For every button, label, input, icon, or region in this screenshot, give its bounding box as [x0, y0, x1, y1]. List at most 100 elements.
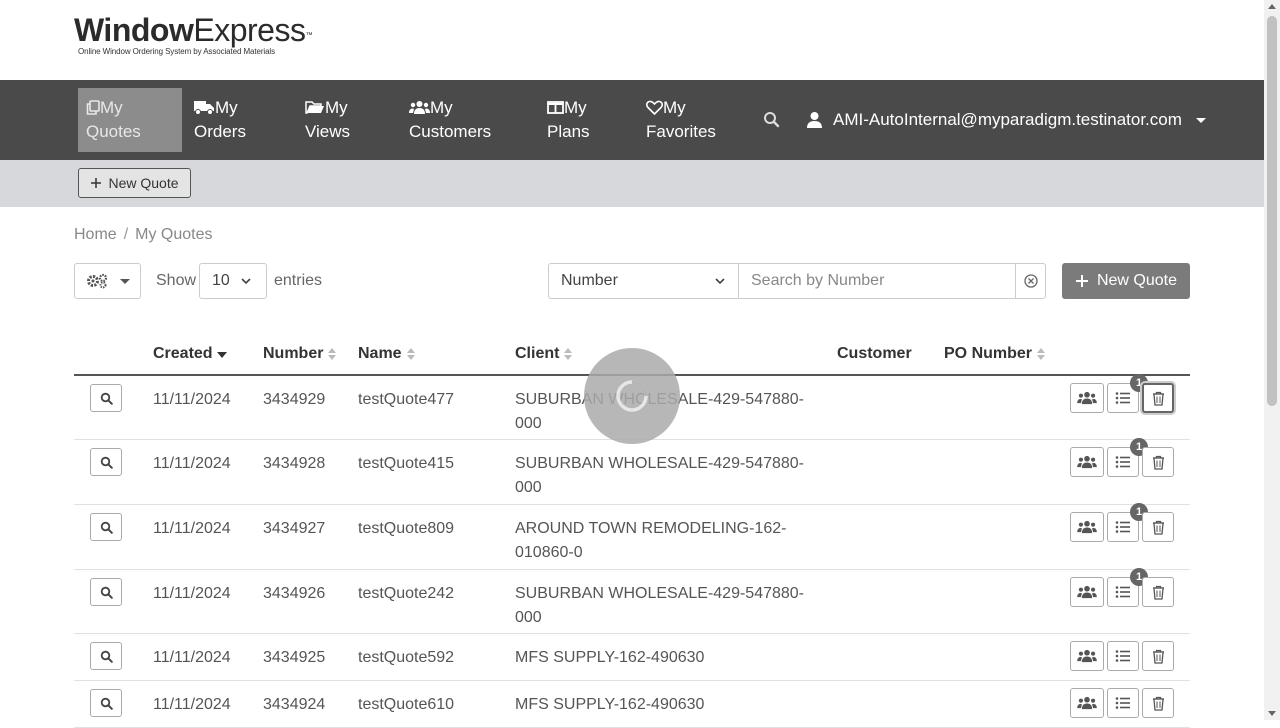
column-header-client[interactable]: Client — [515, 345, 573, 363]
cell-number: 3434926 — [263, 585, 326, 602]
cell-client: SUBURBAN WHOLESALE-429-547880- 000 — [515, 452, 804, 500]
cell-created: 11/11/2024 — [153, 649, 231, 666]
delete-quote-button[interactable] — [1142, 383, 1174, 413]
table-row: 11/11/2024 3434925 testQuote592 MFS SUPPLY-… — [74, 634, 1190, 681]
assign-customer-button[interactable] — [1070, 688, 1104, 718]
nav-item-my-customers[interactable]: My Customers — [401, 88, 501, 152]
new-quote-button-secondary[interactable]: New Quote — [78, 168, 191, 198]
assign-customer-button[interactable] — [1070, 641, 1104, 671]
nav-item-label: Orders — [194, 122, 246, 141]
entries-per-page-select[interactable]: 10 — [199, 263, 267, 299]
nav-item-label: Views — [305, 122, 351, 141]
logo-word: WindowExpress™ — [74, 13, 312, 47]
delete-quote-button[interactable] — [1142, 447, 1174, 477]
clear-search-button[interactable] — [1015, 263, 1046, 299]
column-header-customer: Customer — [837, 345, 912, 363]
delete-quote-button[interactable] — [1142, 688, 1174, 718]
copy-icon — [86, 100, 100, 115]
delete-quote-button[interactable] — [1142, 577, 1174, 607]
table-row: 11/11/2024 3434927 testQuote809 AROUND TOWN… — [74, 503, 1190, 570]
breadcrumb-home[interactable]: Home — [74, 226, 117, 243]
nav-item-my-orders[interactable]: My Orders — [186, 88, 286, 152]
cell-client: MFS SUPPLY-162-490630 — [515, 646, 704, 670]
cell-client-line: AROUND TOWN REMODELING-162- — [515, 520, 787, 537]
nav-item-my-quotes[interactable]: My Quotes — [78, 88, 182, 152]
column-header-number[interactable]: Number — [263, 345, 337, 363]
nav-item-my-favorites[interactable]: My Favorites — [638, 88, 748, 152]
scrollbar-thumb[interactable] — [1267, 16, 1277, 406]
table-row: 11/11/2024 3434928 testQuote415 SUBURBAN WH… — [74, 438, 1190, 505]
windowexpress-logo[interactable]: WindowExpress™ Online Window Ordering Sy… — [74, 13, 312, 56]
view-quote-button[interactable] — [90, 448, 122, 476]
column-header-label: Name — [358, 345, 402, 362]
cell-name: testQuote242 — [358, 585, 455, 602]
cell-number: 3434929 — [263, 391, 326, 408]
plus-icon — [91, 178, 102, 188]
nav-item-my-views[interactable]: My Views — [297, 88, 397, 152]
nav-item-my-plans[interactable]: My Plans — [539, 88, 639, 152]
search-field-value: Number — [561, 272, 618, 289]
line-items-button[interactable] — [1107, 641, 1139, 671]
cell-client: MFS SUPPLY-162-490630 — [515, 693, 704, 717]
cell-created: 11/11/2024 — [153, 696, 231, 713]
assign-customer-button[interactable] — [1070, 447, 1104, 477]
cell-client: SUBURBAN WHOLESALE-429-547880- 000 — [515, 582, 804, 630]
page-scrollbar[interactable] — [1264, 0, 1280, 720]
cell-name: testQuote610 — [358, 696, 455, 713]
breadcrumb: Home / My Quotes — [74, 226, 213, 244]
nav-item-label: My — [325, 98, 348, 117]
logo-tm: ™ — [305, 32, 312, 39]
column-header-label: Number — [263, 345, 324, 362]
entries-value: 10 — [212, 272, 230, 289]
view-quote-button[interactable] — [90, 513, 122, 541]
search-field-select[interactable]: Number — [548, 263, 739, 299]
nav-item-label: My — [215, 98, 238, 117]
cell-client-line: MFS SUPPLY-162-490630 — [515, 649, 705, 666]
view-quote-button[interactable] — [90, 689, 122, 717]
new-quote-button[interactable]: New Quote — [1062, 263, 1190, 299]
heart-icon — [646, 100, 663, 116]
scroll-down-arrow-icon[interactable] — [1268, 711, 1276, 716]
assign-customer-button[interactable] — [1070, 383, 1104, 413]
assign-customer-button[interactable] — [1070, 577, 1104, 607]
cell-number: 3434927 — [263, 520, 326, 537]
list-icon — [1115, 456, 1130, 468]
column-header-created[interactable]: Created — [153, 345, 227, 363]
table-row: 11/11/2024 3434924 testQuote610 MFS SUPPLY-… — [74, 681, 1190, 728]
new-quote-label: New Quote — [108, 175, 179, 191]
view-quote-button[interactable] — [90, 642, 122, 670]
search-icon — [100, 697, 113, 710]
gears-icon — [86, 273, 107, 289]
column-header-label: Client — [515, 345, 560, 362]
loading-spinner — [584, 348, 680, 444]
search-input[interactable] — [738, 263, 1016, 299]
sort-desc-icon — [216, 352, 227, 358]
columns-icon — [547, 101, 564, 114]
view-quote-button[interactable] — [90, 578, 122, 606]
chevron-down-icon — [715, 278, 725, 285]
delete-quote-button[interactable] — [1142, 512, 1174, 542]
chevron-down-icon — [241, 278, 251, 285]
user-menu-dropdown[interactable]: AMI-AutoInternal@myparadigm.testinator.c… — [806, 106, 1206, 134]
trash-icon — [1152, 696, 1164, 711]
view-quote-button[interactable] — [90, 384, 122, 412]
line-items-button[interactable] — [1107, 688, 1139, 718]
trash-icon — [1152, 391, 1164, 406]
cell-created: 11/11/2024 — [153, 391, 231, 408]
scroll-up-arrow-icon[interactable] — [1268, 4, 1276, 9]
nav-item-label: My — [430, 98, 453, 117]
main-navbar: My Quotes My Orders My Views My Customer… — [0, 80, 1264, 160]
assign-customer-button[interactable] — [1070, 512, 1104, 542]
settings-dropdown-button[interactable] — [74, 263, 141, 299]
column-header-po-number[interactable]: PO Number — [944, 345, 1046, 363]
delete-quote-button[interactable] — [1142, 641, 1174, 671]
nav-search-icon[interactable] — [762, 110, 782, 130]
search-icon — [100, 650, 113, 663]
column-header-name[interactable]: Name — [358, 345, 416, 363]
logo-tagline: Online Window Ordering System by Associa… — [78, 47, 276, 56]
cell-name: testQuote592 — [358, 649, 455, 666]
nav-item-label: Quotes — [86, 122, 141, 141]
list-icon — [1115, 392, 1130, 404]
list-icon — [1115, 586, 1130, 598]
logo-word-light: Express — [193, 12, 306, 48]
